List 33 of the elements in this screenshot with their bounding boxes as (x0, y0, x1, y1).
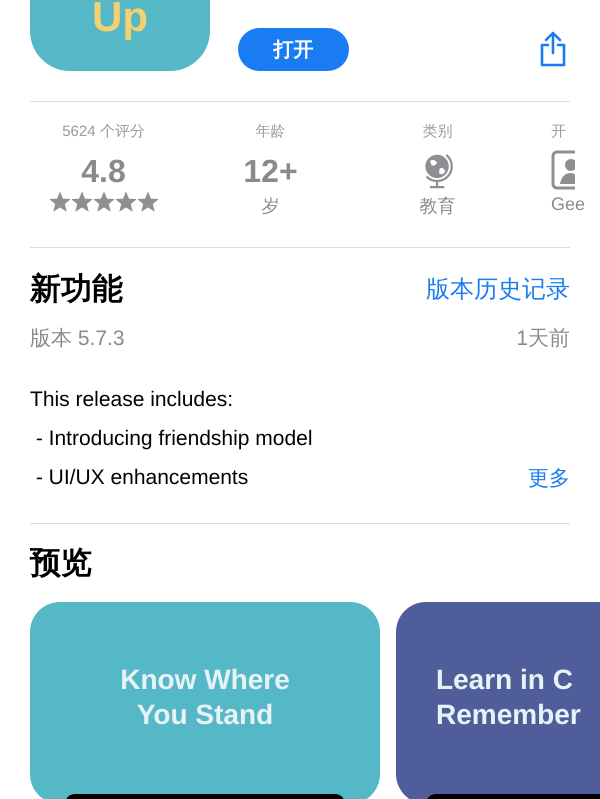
release-date: 1天前 (516, 326, 570, 352)
section-title: 预览 (30, 544, 93, 582)
share-icon[interactable] (538, 31, 568, 67)
screenshot-caption: You Stand (136, 698, 274, 732)
preview-screenshot[interactable]: Learn in C Remember (396, 602, 600, 799)
filled-star-icon (116, 192, 136, 212)
version-history-link[interactable]: 版本历史记录 (426, 273, 570, 305)
stat-label: 类别 (422, 122, 452, 142)
open-button[interactable]: 打开 (238, 28, 349, 71)
more-link[interactable]: 更多 (528, 464, 570, 492)
stat-sublabel: Gee (551, 194, 586, 215)
stat-label: 年龄 (256, 122, 286, 142)
filled-star-icon (72, 192, 92, 212)
release-note: - Introducing friendship model (34, 426, 312, 450)
stat-label: 5624 个评分 (62, 122, 145, 142)
person-icon (551, 150, 575, 190)
age-rating-value: 12+ (243, 152, 298, 190)
filled-star-icon (94, 192, 114, 212)
release-note: This release includes: (30, 388, 234, 412)
app-icon-text: Up (92, 0, 148, 38)
release-note: - UI/UX enhancements (34, 466, 248, 490)
filled-star-icon (50, 192, 70, 212)
section-title: 新功能 (30, 270, 123, 308)
rating-value: 4.8 (81, 152, 126, 190)
screenshot-caption: Know Where (120, 663, 290, 697)
stat-sublabel: 教育 (420, 195, 456, 218)
filled-star-icon (138, 192, 158, 212)
version-number: 版本 5.7.3 (30, 326, 125, 352)
stat-sublabel: 岁 (262, 195, 280, 218)
screenshot-caption: Remember (436, 698, 581, 732)
screenshot-caption: Learn in C (436, 663, 573, 697)
preview-screenshot[interactable]: Know Where You Stand (30, 602, 380, 799)
stat-label: 开 (551, 122, 566, 142)
